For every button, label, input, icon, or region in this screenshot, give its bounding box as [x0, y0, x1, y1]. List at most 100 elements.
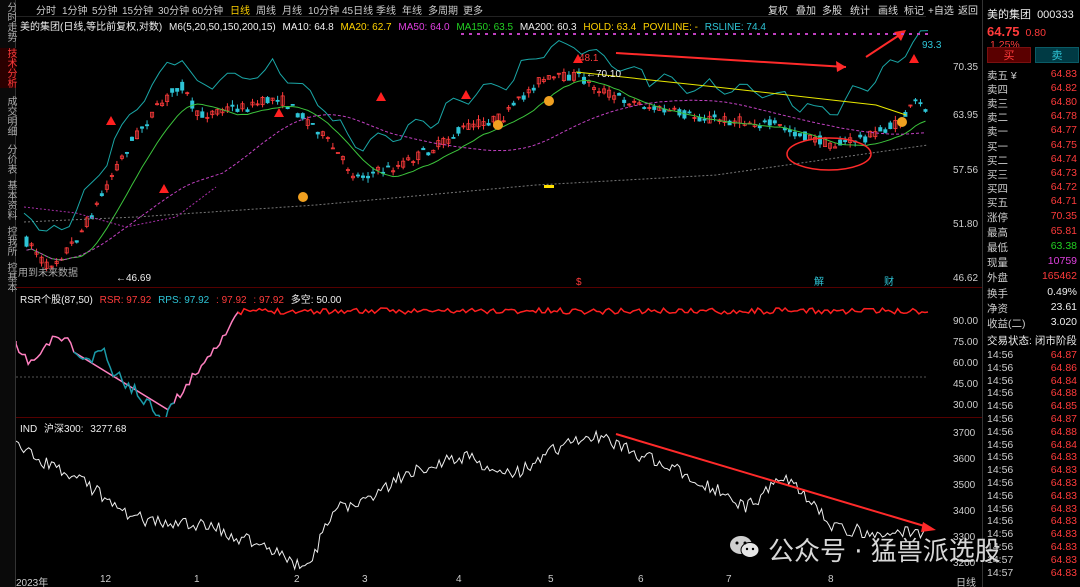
tool-button[interactable]: 返回 — [958, 2, 978, 17]
period-tab[interactable]: 10分钟 — [308, 2, 339, 17]
stat-value: 3.020 — [1050, 316, 1077, 328]
stat-label: 最低 — [987, 242, 1008, 254]
event-marker: $ — [576, 277, 582, 287]
tick-time: 14:57 — [987, 566, 1014, 579]
signal-dot — [493, 33, 496, 35]
ma200-line — [23, 144, 929, 223]
stat-value: 65.81 — [1050, 225, 1077, 237]
candle-body — [792, 131, 797, 137]
left-tab[interactable]: 控我所 — [0, 226, 16, 256]
period-tab[interactable]: 月线 — [282, 2, 302, 17]
tool-button[interactable]: 复权 — [768, 2, 788, 17]
tick-row: 14:56 64.83 — [987, 490, 1080, 502]
period-tab[interactable]: 更多 — [463, 2, 483, 17]
left-tab[interactable]: 基本资料 — [0, 180, 16, 220]
candle-body — [767, 119, 772, 126]
period-tab[interactable]: 60分钟 — [192, 2, 223, 17]
period-tab[interactable]: 45日线 — [342, 2, 373, 17]
stat-value: 0.49% — [1047, 286, 1077, 298]
signal-dot — [909, 33, 912, 35]
candle-body — [918, 102, 923, 105]
tool-button[interactable]: 标记 — [904, 2, 924, 17]
signal-dot — [685, 33, 688, 35]
left-tab[interactable]: 控基本 — [0, 262, 16, 292]
candle-body — [295, 113, 300, 118]
tool-button[interactable]: 统计 — [850, 2, 870, 17]
period-tab[interactable]: 多周期 — [428, 2, 458, 17]
left-tab[interactable]: 分价表 — [0, 144, 16, 174]
candle-body — [99, 193, 104, 197]
candle-body — [360, 175, 365, 178]
tick-row: 14:56 64.83 — [987, 464, 1080, 476]
bid-row: 买二 64.74 — [987, 153, 1080, 167]
tick-time: 14:56 — [987, 400, 1014, 413]
tick-time: 14:56 — [987, 477, 1014, 489]
rsr-chart[interactable] — [16, 289, 944, 417]
tick-row: 14:56 64.83 — [987, 477, 1080, 489]
tick-time: 14:56 — [987, 361, 1014, 374]
candle-body — [566, 74, 571, 81]
buy-button[interactable]: 买 — [987, 47, 1031, 63]
candle-body — [757, 125, 762, 129]
ask-label: 卖三 — [987, 98, 1008, 110]
signal-dot — [925, 33, 928, 35]
period-tab[interactable]: 分时 — [36, 2, 56, 17]
bid-row: 买一 64.75 — [987, 139, 1080, 153]
candle-body — [140, 126, 145, 129]
signal-dot — [629, 33, 632, 35]
price-line: 64.75 0.80 1.25% — [987, 24, 1080, 51]
candle-body — [687, 111, 692, 114]
signal-circle — [298, 192, 308, 202]
tick-price: 64.88 — [1050, 387, 1077, 400]
candle-body — [74, 240, 79, 243]
period-tab[interactable]: 5分钟 — [92, 2, 118, 17]
tick-row: 14:57 64.83 — [987, 567, 1080, 579]
tick-price: 64.87 — [1050, 349, 1077, 361]
period-tab[interactable]: 30分钟 — [158, 2, 189, 17]
tick-time: 14:56 — [987, 489, 1014, 502]
signal-dot — [757, 33, 760, 35]
stat-label: 最高 — [987, 227, 1008, 239]
stat-row: 净资 23.61 — [987, 301, 1080, 315]
time-tick: 1 — [194, 574, 200, 585]
candle-body — [617, 92, 622, 96]
signal-dot — [725, 33, 728, 35]
arrow-head — [894, 30, 906, 41]
bid-row: 买四 64.72 — [987, 181, 1080, 195]
tool-button[interactable]: 多股 — [822, 2, 842, 17]
signal-dot — [669, 33, 672, 35]
candle-body — [863, 136, 868, 143]
period-tab[interactable]: 1分钟 — [62, 2, 88, 17]
left-tab[interactable]: 成交明细 — [0, 96, 16, 136]
tool-button[interactable]: 画线 — [878, 2, 898, 17]
period-tab[interactable]: 15分钟 — [122, 2, 153, 17]
tool-button[interactable]: 叠加 — [796, 2, 816, 17]
ask-price: 64.83 — [1050, 68, 1077, 80]
signal-dot — [893, 33, 896, 35]
candle-body — [913, 99, 918, 102]
period-tab[interactable]: 日线 — [230, 2, 250, 17]
bid-label: 买三 — [987, 169, 1008, 181]
stock-code: 000333 — [1037, 9, 1074, 21]
candlestick-chart[interactable]: 48.1 ←70.10 ←46.69 93.3 用到未来数据 $ 解 财 — [16, 17, 944, 287]
signal-dot — [653, 33, 656, 35]
sell-button[interactable]: 卖 — [1035, 47, 1079, 63]
signal-dot — [621, 33, 624, 35]
signal-dot — [565, 33, 568, 35]
period-tab[interactable]: 周线 — [256, 2, 276, 17]
period-tab[interactable]: 年线 — [402, 2, 422, 17]
left-tab[interactable]: 分时走势 — [0, 2, 16, 42]
tick-row: 14:56 64.83 — [987, 503, 1080, 515]
stock-name: 美的集团 — [987, 9, 1031, 21]
tool-button[interactable]: +自选 — [928, 2, 954, 17]
stat-label: 现量 — [987, 257, 1008, 269]
stat-row: 现量 10759 — [987, 255, 1080, 269]
ask-price: 64.78 — [1050, 110, 1077, 122]
left-tab[interactable]: 技术分析 — [0, 48, 16, 88]
period-tab[interactable]: 季线 — [376, 2, 396, 17]
ask-price: 64.82 — [1050, 82, 1077, 94]
candle-body — [200, 111, 205, 118]
candle-body — [456, 127, 461, 134]
tick-time: 14:56 — [987, 349, 1014, 361]
rsr-line-pink — [16, 311, 242, 411]
